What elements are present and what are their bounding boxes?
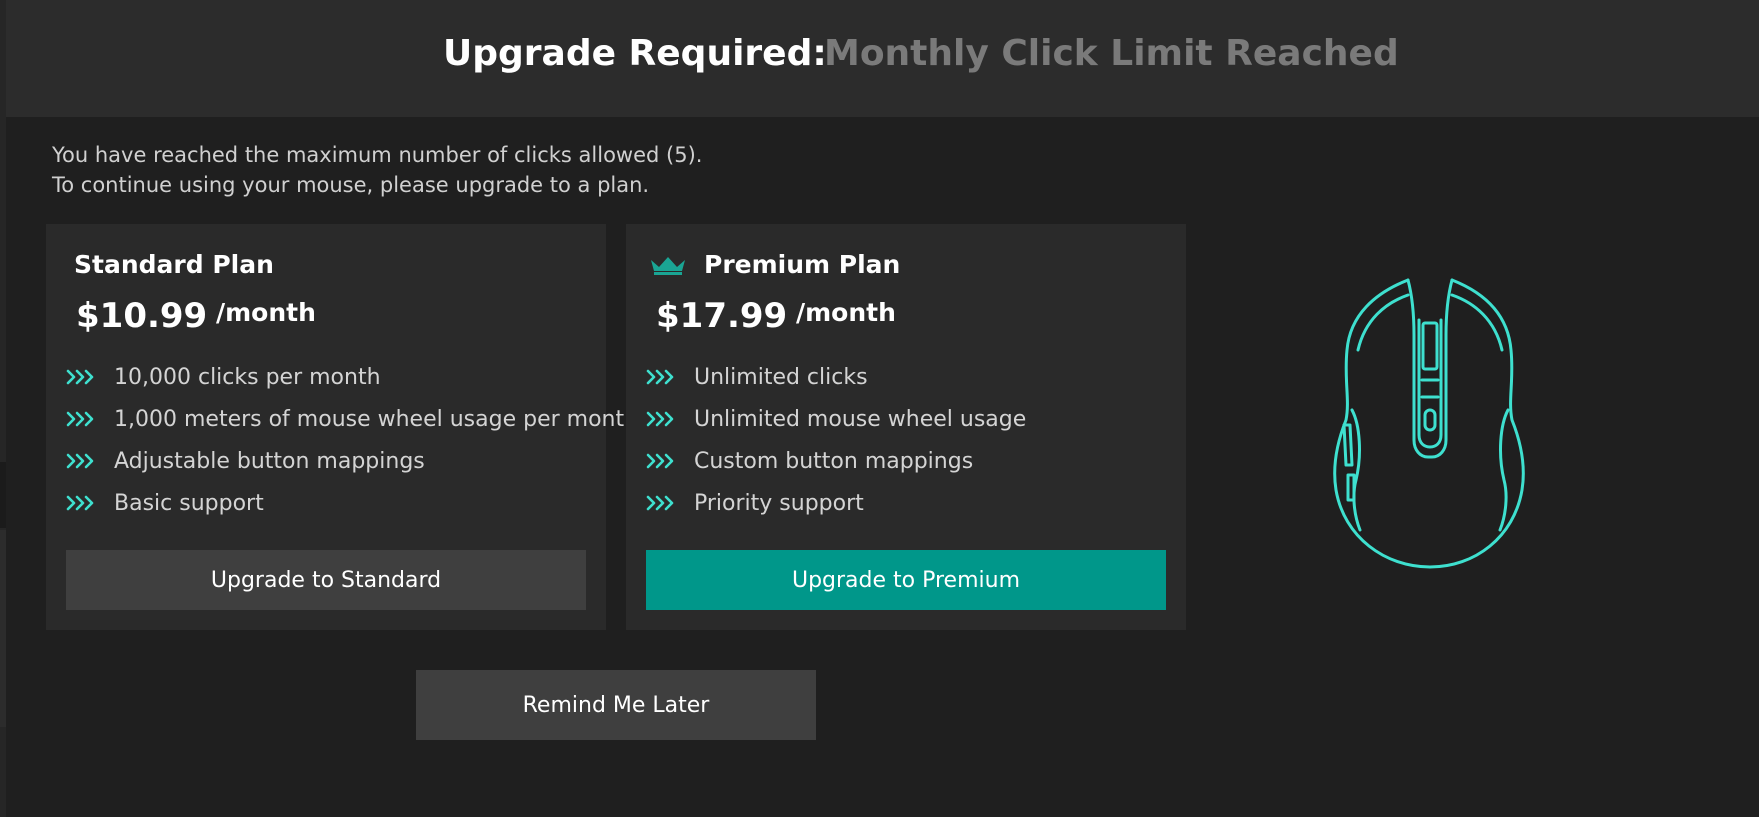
feature-item: 10,000 clicks per month [66,356,638,398]
feature-list: Unlimited clicks Unlimited mouse wheel u… [646,356,1026,524]
edge-segment [0,530,6,727]
feature-text: Basic support [114,490,264,516]
feature-item: Basic support [66,482,638,524]
mouse-icon [1333,278,1525,569]
plan-price: $17.99 [656,296,788,336]
triple-chevron-icon [646,369,674,385]
limit-message: You have reached the maximum number of c… [52,140,702,200]
message-line: You have reached the maximum number of c… [52,143,703,167]
feature-item: Unlimited clicks [646,356,1026,398]
feature-text: Custom button mappings [694,448,974,474]
triple-chevron-icon [646,495,674,511]
feature-text: Adjustable button mappings [114,448,425,474]
triple-chevron-icon [66,453,94,469]
feature-item: Unlimited mouse wheel usage [646,398,1026,440]
plan-name: Premium Plan [704,250,901,279]
upgrade-standard-button[interactable]: Upgrade to Standard [66,550,586,610]
plan-period: /month [796,298,896,327]
crown-icon [651,257,685,275]
upgrade-premium-button[interactable]: Upgrade to Premium [646,550,1166,610]
feature-list: 10,000 clicks per month 1,000 meters of … [66,356,638,524]
dialog-title: Upgrade Required: [443,33,827,74]
feature-item: Priority support [646,482,1026,524]
triple-chevron-icon [646,411,674,427]
feature-text: 1,000 meters of mouse wheel usage per mo… [114,406,639,432]
plan-name: Standard Plan [74,250,274,279]
feature-text: Unlimited clicks [694,364,868,390]
plan-price: $10.99 [76,296,208,336]
dialog-subtitle: Monthly Click Limit Reached [824,33,1399,74]
message-line: To continue using your mouse, please upg… [52,173,650,197]
premium-plan-card: Premium Plan $17.99 /month Unlimited cli… [626,224,1186,630]
triple-chevron-icon [66,411,94,427]
feature-item: Custom button mappings [646,440,1026,482]
triple-chevron-icon [66,495,94,511]
edge-segment [0,462,6,528]
window-edge [0,0,6,817]
remind-me-later-button[interactable]: Remind Me Later [416,670,816,740]
triple-chevron-icon [66,369,94,385]
standard-plan-card: Standard Plan $10.99 /month 10,000 click… [46,224,638,630]
feature-text: Unlimited mouse wheel usage [694,406,1027,432]
feature-item: Adjustable button mappings [66,440,638,482]
plan-period: /month [216,298,316,327]
dialog-header: Upgrade Required: Monthly Click Limit Re… [6,0,1759,117]
feature-item: 1,000 meters of mouse wheel usage per mo… [66,398,638,440]
triple-chevron-icon [646,453,674,469]
feature-text: Priority support [694,490,864,516]
feature-text: 10,000 clicks per month [114,364,381,390]
